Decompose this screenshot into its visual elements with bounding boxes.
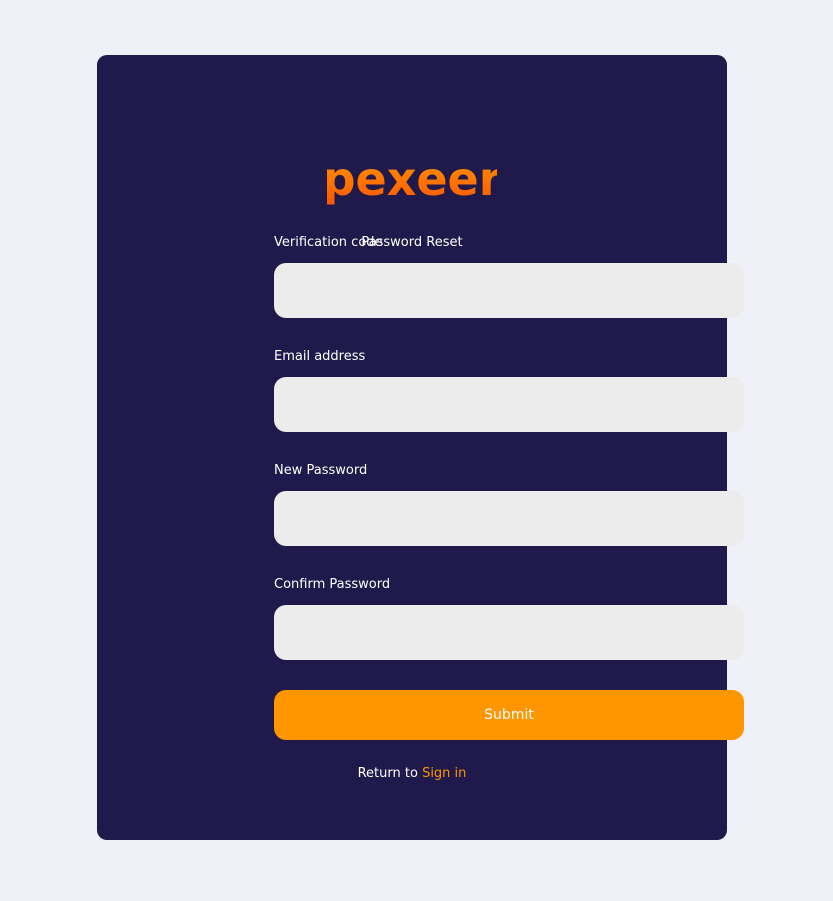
submit-button[interactable]: Submit <box>274 690 744 740</box>
new-password-label: New Password <box>274 463 368 478</box>
verification-code-input[interactable] <box>274 263 744 318</box>
logo-text: pexeer <box>327 155 497 206</box>
return-to-signin: Return to Sign in <box>97 766 727 781</box>
new-password-input[interactable] <box>274 491 744 546</box>
pexeer-logo-icon: pexeer <box>327 155 497 206</box>
verification-code-label: Verification code <box>274 235 383 250</box>
email-address-input[interactable] <box>274 377 744 432</box>
page-subtitle: Password Reset <box>361 235 463 250</box>
confirm-password-input[interactable] <box>274 605 744 660</box>
pexeer-logo: pexeer <box>97 155 727 221</box>
return-text: Return to <box>357 766 423 781</box>
signin-link[interactable]: Sign in <box>422 766 466 781</box>
email-address-label: Email address <box>274 349 366 364</box>
confirm-password-label: Confirm Password <box>274 577 391 592</box>
password-reset-card: pexeer Password Reset Verification code … <box>97 55 744 840</box>
